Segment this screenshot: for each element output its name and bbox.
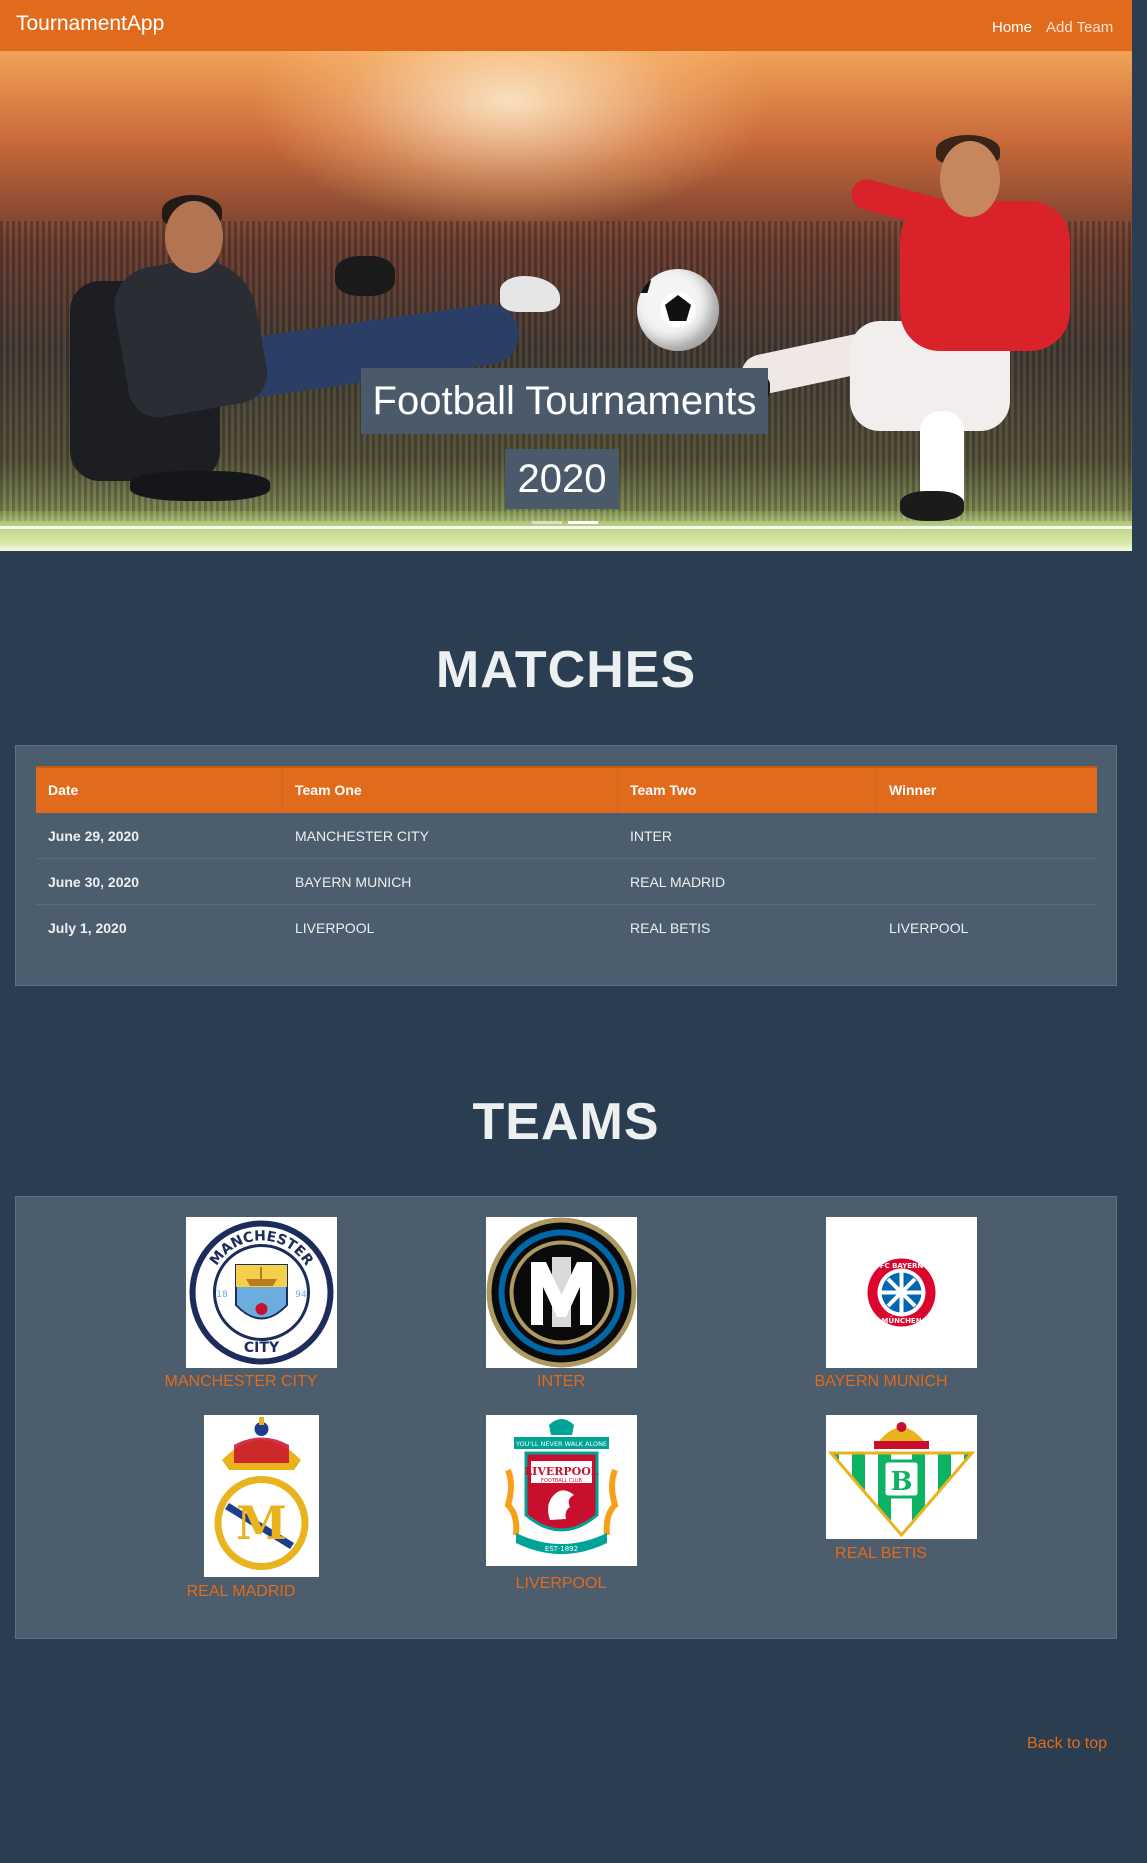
- team-card-real-betis[interactable]: B REAL BETIS: [786, 1415, 977, 1615]
- table-row: June 30, 2020 BAYERN MUNICH REAL MADRID: [36, 859, 1097, 905]
- real-betis-crest-icon[interactable]: B: [826, 1415, 977, 1539]
- brand-link[interactable]: TournamentApp: [16, 12, 164, 36]
- match-team-one: LIVERPOOL: [295, 920, 375, 936]
- crest-text: CITY: [244, 1340, 280, 1356]
- match-winner: [877, 813, 1097, 859]
- match-date: June 29, 2020: [48, 828, 140, 844]
- real-madrid-crest-icon[interactable]: M: [204, 1415, 319, 1577]
- matches-heading: MATCHES: [435, 641, 697, 699]
- matches-panel: Date Team One Team Two Winner June 29, 2…: [15, 745, 1117, 986]
- team-name[interactable]: INTER: [466, 1373, 656, 1391]
- nav-add-team-link[interactable]: Add Team: [1046, 19, 1113, 36]
- nav-home-link[interactable]: Home: [992, 19, 1032, 36]
- crest-text: 18: [216, 1290, 228, 1300]
- hero-title: Football Tournaments: [361, 368, 768, 434]
- table-row: July 1, 2020 LIVERPOOL REAL BETIS LIVERP…: [36, 905, 1097, 951]
- team-card-inter[interactable]: INTER: [466, 1217, 656, 1392]
- team-name[interactable]: REAL BETIS: [786, 1545, 976, 1563]
- gamepad-icon: [335, 256, 395, 296]
- crest-text: FOOTBALL CLUB: [541, 1478, 583, 1484]
- table-row: June 29, 2020 MANCHESTER CITY INTER: [36, 813, 1097, 859]
- svg-text:M: M: [236, 1496, 287, 1550]
- team-card-manchester-city[interactable]: MANCHESTER CITY 18 94 MANCHESTER CITY: [146, 1217, 337, 1392]
- football-icon: [637, 269, 719, 351]
- inter-crest-icon[interactable]: [486, 1217, 637, 1368]
- column-header-team-one: Team One: [283, 768, 618, 813]
- match-team-one: BAYERN MUNICH: [295, 874, 412, 890]
- team-name[interactable]: BAYERN MUNICH: [786, 1373, 976, 1391]
- crest-text: 94: [295, 1290, 307, 1300]
- match-team-two: REAL BETIS: [630, 920, 711, 936]
- column-header-team-two: Team Two: [618, 768, 877, 813]
- crest-text: YOU'LL NEVER WALK ALONE: [515, 1440, 607, 1448]
- match-winner: [877, 859, 1097, 905]
- hero-year: 2020: [505, 449, 619, 509]
- team-name[interactable]: REAL MADRID: [146, 1583, 336, 1601]
- teams-heading: TEAMS: [472, 1093, 660, 1151]
- liverpool-crest-icon[interactable]: YOU'LL NEVER WALK ALONE LIVERPOOL FOOTBA…: [486, 1415, 637, 1566]
- navbar: TournamentApp Home Add Team: [0, 0, 1132, 51]
- crest-text: MÜNCHEN: [881, 1316, 921, 1325]
- crest-text: LIVERPOOL: [524, 1465, 598, 1478]
- back-to-top-link[interactable]: Back to top: [1027, 1735, 1107, 1753]
- footballer-figure: [700, 91, 1120, 521]
- matches-table: Date Team One Team Two Winner June 29, 2…: [36, 766, 1097, 951]
- team-card-liverpool[interactable]: YOU'LL NEVER WALK ALONE LIVERPOOL FOOTBA…: [466, 1415, 656, 1615]
- table-header: Date Team One Team Two Winner: [36, 766, 1097, 813]
- team-name[interactable]: MANCHESTER CITY: [146, 1373, 336, 1391]
- manchester-city-crest-icon[interactable]: MANCHESTER CITY 18 94: [186, 1217, 337, 1368]
- team-card-real-madrid[interactable]: M REAL MADRID: [146, 1415, 336, 1615]
- match-date: July 1, 2020: [48, 920, 127, 936]
- bayern-crest-icon[interactable]: FC BAYERN MÜNCHEN: [826, 1217, 977, 1368]
- match-winner: LIVERPOOL: [889, 920, 969, 936]
- column-header-winner: Winner: [889, 782, 937, 798]
- crest-text: FC BAYERN: [880, 1262, 924, 1270]
- match-team-one: MANCHESTER CITY: [295, 828, 429, 844]
- svg-text:B: B: [891, 1467, 913, 1497]
- team-card-bayern-munich[interactable]: FC BAYERN MÜNCHEN BAYERN MUNICH: [786, 1217, 977, 1392]
- teams-panel: MANCHESTER CITY 18 94 MANCHESTER CITY IN…: [15, 1196, 1117, 1639]
- team-name[interactable]: LIVERPOOL: [466, 1575, 656, 1593]
- carousel-indicator-1[interactable]: [532, 521, 562, 524]
- match-date: June 30, 2020: [48, 874, 140, 890]
- carousel-indicator-2[interactable]: [568, 521, 598, 524]
- match-team-two: REAL MADRID: [630, 874, 726, 890]
- match-team-two: INTER: [630, 828, 672, 844]
- column-header-date: Date: [36, 768, 283, 813]
- crest-text: EST·1892: [545, 1545, 578, 1553]
